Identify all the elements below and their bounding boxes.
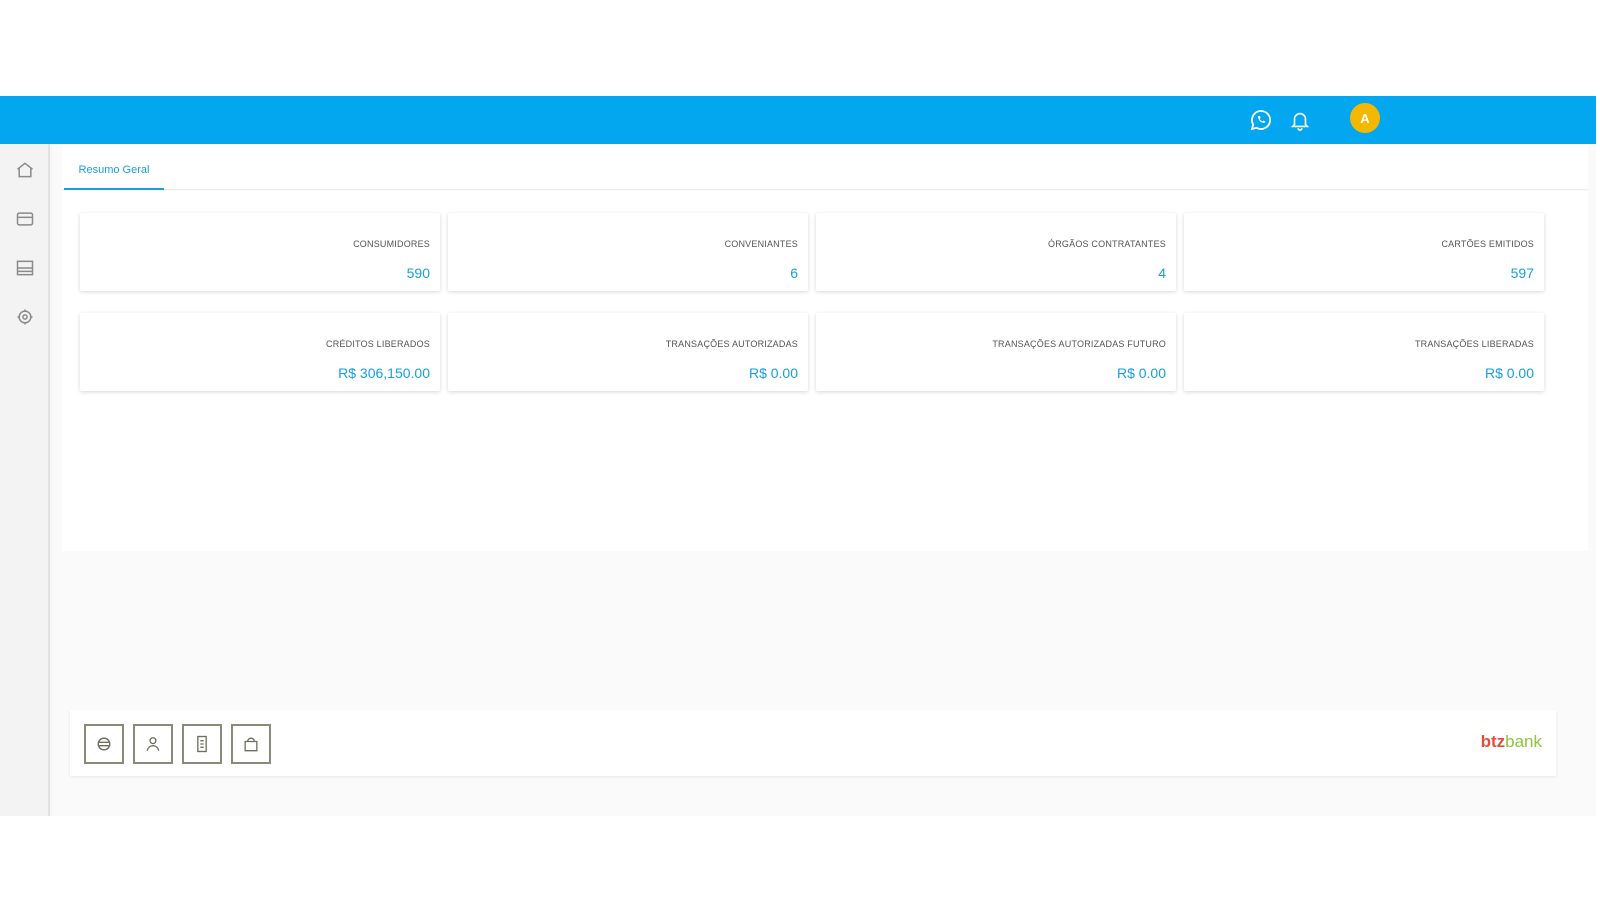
brand-logo: btzbank — [1481, 732, 1542, 752]
card-conveniantes[interactable]: Conveniantes 6 — [448, 213, 808, 291]
user-button[interactable] — [133, 724, 173, 764]
card-transacoes-liberadas[interactable]: Transações Liberadas R$ 0.00 — [1184, 313, 1544, 391]
card-label: Transações Autorizadas Futuro — [992, 339, 1166, 349]
card-consumidores[interactable]: Consumidores 590 — [80, 213, 440, 291]
card-transacoes-autorizadas-futuro[interactable]: Transações Autorizadas Futuro R$ 0.00 — [816, 313, 1176, 391]
avatar[interactable]: A — [1350, 103, 1380, 133]
sidebar-item-reports[interactable] — [13, 256, 37, 280]
user-icon — [146, 737, 160, 751]
bag-button[interactable] — [231, 724, 271, 764]
bag-icon — [244, 737, 258, 752]
card-orgaos-contratantes[interactable]: Órgãos Contratantes 4 — [816, 213, 1176, 291]
whatsapp-icon[interactable] — [1246, 105, 1276, 135]
card-label: Consumidores — [353, 239, 430, 249]
sidebar-item-settings[interactable] — [13, 305, 37, 329]
card-value: R$ 0.00 — [748, 365, 798, 381]
list-icon — [16, 260, 34, 276]
main-content: Resumo Geral Consumidores 590 Conveniant… — [52, 144, 1596, 816]
settings-icon — [17, 309, 33, 325]
card-value: 4 — [1158, 265, 1166, 281]
bell-icon[interactable] — [1285, 105, 1315, 135]
card-value: R$ 0.00 — [1484, 365, 1534, 381]
card-creditos-liberados[interactable]: Créditos Liberados R$ 306,150.00 — [80, 313, 440, 391]
sidebar-item-cards[interactable] — [13, 207, 37, 231]
brand-part-2: bank — [1505, 732, 1542, 751]
card-label: Cartões Emitidos — [1441, 239, 1534, 249]
summary-cards: Consumidores 590 Conveniantes 6 Órgãos C… — [62, 191, 1588, 551]
top-bar: A — [0, 96, 1596, 144]
card-value: R$ 0.00 — [1116, 365, 1166, 381]
home-icon — [17, 162, 33, 178]
card-label: Órgãos Contratantes — [1048, 239, 1166, 249]
tab-bar: Resumo Geral — [62, 144, 1588, 190]
card-cartoes-emitidos[interactable]: Cartões Emitidos 597 — [1184, 213, 1544, 291]
card-label: Conveniantes — [724, 239, 798, 249]
card-value: 6 — [790, 265, 798, 281]
app-window: A Resumo Geral CONSUMIDORES 590 CONVENIA… — [0, 96, 1596, 816]
sidebar — [0, 144, 50, 816]
card-value: 590 — [406, 265, 430, 281]
card-label: Transações Autorizadas — [665, 339, 798, 349]
document-button[interactable] — [182, 724, 222, 764]
card-value: R$ 306,150.00 — [338, 365, 430, 381]
card-value: 597 — [1510, 265, 1534, 281]
card-transacoes-autorizadas[interactable]: Transações Autorizadas R$ 0.00 — [448, 313, 808, 391]
tab-resumo-geral[interactable]: Resumo Geral — [64, 164, 164, 190]
card-label: Créditos Liberados — [326, 339, 430, 349]
card-icon — [16, 212, 34, 226]
brand-part-1: btz — [1480, 732, 1506, 751]
footer-bar: btzbank — [70, 710, 1556, 776]
sidebar-item-home[interactable] — [13, 158, 37, 182]
card-reader-button[interactable] — [84, 724, 124, 764]
card-reader-icon — [97, 737, 111, 751]
tab-label: Resumo Geral — [78, 164, 150, 176]
document-icon — [197, 735, 207, 753]
card-label: Transações Liberadas — [1414, 339, 1534, 349]
